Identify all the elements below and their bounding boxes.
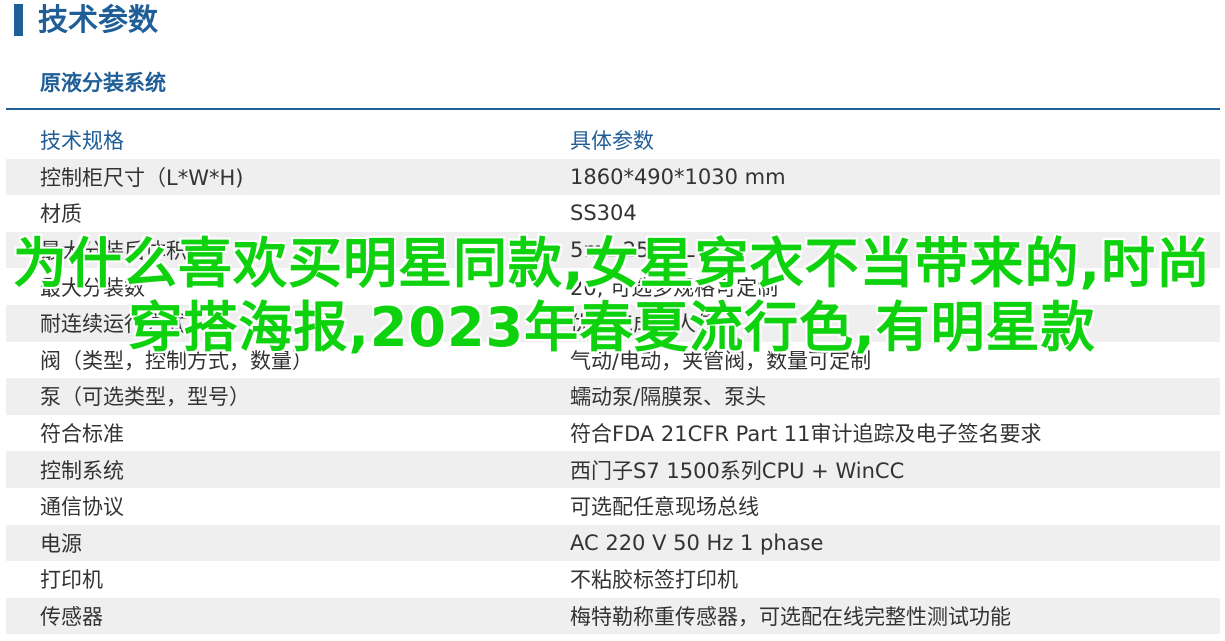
section-subtitle: 原液分装系统 [40,71,166,95]
spec-value-cell: 符合FDA 21CFR Part 11审计追踪及电子签名要求 [570,422,1042,447]
watermark-overlay-text: 为什么喜欢买明星同款,女星穿衣不当带来的,时尚穿搭海报,2023年春夏流行色,有… [12,232,1212,359]
spec-value-cell: 可选配任意现场总线 [570,495,759,520]
spec-name-cell: 符合标准 [40,422,124,447]
table-row: 通信协议 可选配任意现场总线 [6,488,1220,525]
column-header-value: 具体参数 [570,129,654,154]
title-accent-bar [14,4,23,36]
table-row: 电源 AC 220 V 50 Hz 1 phase [6,524,1220,562]
section-divider [6,108,1220,110]
table-row: 符合标准 符合FDA 21CFR Part 11审计追踪及电子签名要求 [6,415,1220,452]
table-row: 材质 SS304 [6,195,1220,232]
spec-value-cell: 不粘胶标签打印机 [570,568,738,593]
spec-name-cell: 控制系统 [6,451,570,488]
table-header-row: 技术规格 具体参数 [6,122,1220,159]
spec-value-cell: 梅特勒称重传感器，可选配在线完整性测试功能 [570,597,1220,635]
table-row: 控制柜尺寸（L*W*H) 1860*490*1030 mm [6,158,1220,196]
spec-table: 技术规格 具体参数 控制柜尺寸（L*W*H) 1860*490*1030 mm … [6,122,1220,635]
spec-name-cell: 传感器 [6,597,570,635]
column-header-spec: 技术规格 [40,129,124,154]
spec-value-cell: 蠕动泵/隔膜泵、泵头 [570,378,1220,415]
spec-value-cell: SS304 [570,201,637,226]
table-row: 打印机 不粘胶标签打印机 [6,561,1220,598]
table-row: 控制系统 西门子S7 1500系列CPU + WinCC [6,451,1220,488]
page-title: 技术参数 [38,3,158,38]
table-row: 传感器 梅特勒称重传感器，可选配在线完整性测试功能 [6,597,1220,635]
spec-name-cell: 通信协议 [40,495,124,520]
spec-value-cell: 西门子S7 1500系列CPU + WinCC [570,451,1220,488]
spec-value-cell: 1860*490*1030 mm [570,158,1220,196]
spec-name-cell: 材质 [40,202,82,227]
table-row: 泵（可选类型，型号） 蠕动泵/隔膜泵、泵头 [6,378,1220,415]
spec-name-cell: 泵（可选类型，型号） [6,378,570,415]
spec-value-cell: AC 220 V 50 Hz 1 phase [570,524,1220,562]
spec-name-cell: 打印机 [40,568,103,593]
spec-name-cell: 电源 [6,524,570,562]
spec-name-cell: 控制柜尺寸（L*W*H) [6,158,570,196]
